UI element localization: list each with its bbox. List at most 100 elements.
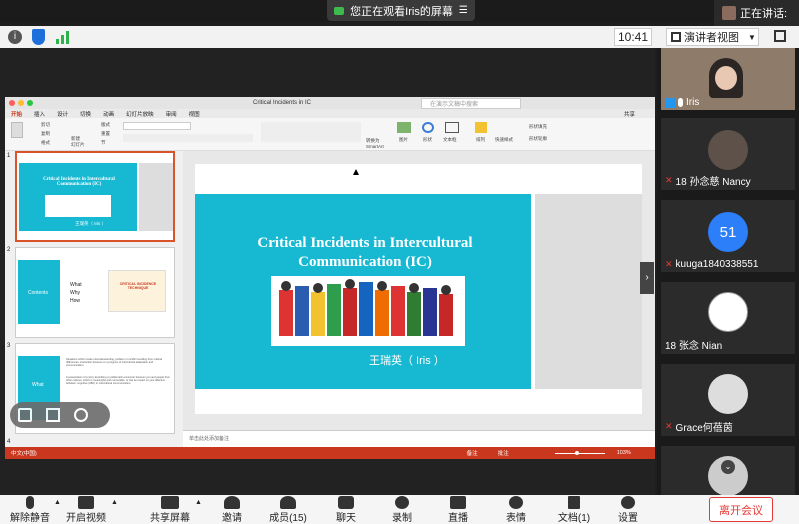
ribbon-label[interactable]: 形状 <box>423 137 432 143</box>
ribbon-label[interactable]: 排列 <box>476 137 485 143</box>
max-dot[interactable] <box>27 100 33 106</box>
mic-muted-icon: ✕ <box>665 259 673 269</box>
view-mode-select[interactable]: 演讲者视图 ▼ <box>666 28 759 46</box>
ribbon-label[interactable]: 版式 <box>101 122 110 128</box>
slide-thumb-1[interactable]: Critical Incidents in Intercultural Comm… <box>15 151 175 242</box>
participant-tile[interactable]: 18 张念 Nian <box>661 282 795 354</box>
slide-page: Critical Incidents in Intercultural Comm… <box>195 164 642 414</box>
members-button[interactable]: 成员(15) <box>268 495 308 524</box>
min-dot[interactable] <box>18 100 24 106</box>
mic-muted-icon: ✕ <box>665 175 673 185</box>
textbox-icon[interactable] <box>445 122 459 133</box>
paragraph-row[interactable] <box>261 122 361 142</box>
ribbon-tab[interactable]: 插入 <box>34 110 45 118</box>
info-icon[interactable]: i <box>8 30 22 44</box>
smile-icon[interactable] <box>74 408 88 422</box>
notes-pane[interactable]: 单击此处添加备注 <box>183 430 655 447</box>
meeting-bottom-bar: 解除静音 ▲ 开启视频 ▲ 共享屏幕 ▲ 邀请 成员(15) 聊天 录制 直播 … <box>0 495 799 524</box>
ribbon-label[interactable]: 快速样式 <box>495 137 513 143</box>
picture-icon[interactable] <box>397 122 411 133</box>
participant-tile[interactable]: ✕ 18 孙念慈 Nancy <box>661 118 795 190</box>
ribbon-label[interactable]: 重置 <box>101 131 110 137</box>
ribbon-label[interactable]: 形状填充 <box>529 124 547 130</box>
chevron-up-icon[interactable]: ▲ <box>54 499 61 506</box>
ribbon-label[interactable]: 形状轮廓 <box>529 136 547 142</box>
speaking-label: 正在讲话: <box>740 8 788 20</box>
sidebar-icon[interactable] <box>46 408 60 422</box>
collapse-sidebar-icon[interactable]: › <box>640 262 654 294</box>
slide-canvas[interactable]: Critical Incidents in Intercultural Comm… <box>183 151 655 447</box>
video-off-icon <box>78 496 94 509</box>
shield-icon[interactable] <box>32 29 45 45</box>
participant-name: kuuga1840338551 <box>675 259 759 270</box>
participant-tile[interactable]: 51 ✕ kuuga1840338551 <box>661 200 795 272</box>
chevron-up-icon[interactable]: ▲ <box>111 499 118 506</box>
ribbon-tab[interactable]: 开始 <box>11 110 22 118</box>
chevron-up-icon[interactable]: ▲ <box>195 499 202 506</box>
speaking-indicator: 正在讲话: <box>714 0 799 26</box>
ribbon-tab[interactable]: 设计 <box>57 110 68 118</box>
bottom-label: 成员(15) <box>269 513 307 524</box>
ribbon-tab[interactable]: 视图 <box>189 110 200 118</box>
chevron-down-icon: ▼ <box>748 32 756 42</box>
flags-image <box>271 276 465 346</box>
fullscreen-icon[interactable] <box>774 30 786 42</box>
layout-icon[interactable] <box>18 408 32 422</box>
bottom-label: 开启视频 <box>66 513 106 524</box>
ribbon-tab[interactable]: 动画 <box>103 110 114 118</box>
ribbon-label[interactable]: 图片 <box>399 137 408 143</box>
thumb2-item: How <box>70 298 81 304</box>
paste-icon[interactable] <box>11 122 23 138</box>
scroll-down-icon[interactable]: ⌄ <box>721 460 735 474</box>
avatar-badge: 51 <box>708 212 748 252</box>
ribbon-label[interactable]: 剪切 <box>41 122 50 128</box>
close-dot[interactable] <box>9 100 15 106</box>
status-comments[interactable]: 批注 <box>498 449 509 457</box>
host-icon <box>665 97 675 108</box>
participant-sidebar: Iris ✕ 18 孙念慈 Nancy 51 ✕ kuuga1840338551… <box>657 48 799 496</box>
participant-tile[interactable]: ✕ Grace何蓓茵 <box>661 364 795 436</box>
reactions-button[interactable]: 表情 <box>500 495 532 524</box>
chat-button[interactable]: 聊天 <box>330 495 362 524</box>
participant-tile[interactable]: ⌄ <box>661 446 795 496</box>
invite-button[interactable]: 邀请 <box>216 495 248 524</box>
shapes-icon[interactable] <box>422 122 434 133</box>
members-icon <box>280 496 296 509</box>
share-screen-button[interactable]: 共享屏幕 <box>148 495 192 524</box>
arrange-icon[interactable] <box>475 122 487 133</box>
bottom-label: 聊天 <box>336 513 356 524</box>
record-button[interactable]: 录制 <box>386 495 418 524</box>
status-notes[interactable]: 备注 <box>467 449 478 457</box>
bottom-label: 录制 <box>392 513 412 524</box>
slide-thumb-2[interactable]: Contents What Why How CRITICAL INCIDENCE… <box>15 247 175 338</box>
ppt-status-bar: 中文(中国) 备注 批注 103% <box>5 447 655 459</box>
ppt-window-title: Critical Incidents in IC <box>253 100 312 106</box>
documents-button[interactable]: 文档(1) <box>554 495 594 524</box>
leave-meeting-button[interactable]: 离开会议 <box>709 497 773 522</box>
ribbon-label[interactable]: 文本框 <box>443 137 457 143</box>
ribbon-tab[interactable]: 审阅 <box>166 110 177 118</box>
floating-controls[interactable] <box>10 402 110 428</box>
gear-icon <box>621 496 635 509</box>
share-link[interactable]: 共享 <box>624 110 635 118</box>
ribbon-label[interactable]: 节 <box>101 140 106 146</box>
menu-icon[interactable]: ☰ <box>459 5 468 16</box>
ribbon-label[interactable]: 格式 <box>41 140 50 146</box>
unmute-button[interactable]: 解除静音 <box>8 495 52 524</box>
ribbon-tab[interactable]: 切换 <box>80 110 91 118</box>
font-format-row[interactable] <box>123 134 253 142</box>
font-select[interactable] <box>123 122 191 130</box>
ribbon-label[interactable]: SmartArt <box>366 144 384 149</box>
participant-tile[interactable]: Iris <box>661 48 795 110</box>
settings-button[interactable]: 设置 <box>612 495 644 524</box>
ribbon-label[interactable]: 复制 <box>41 131 50 137</box>
start-video-button[interactable]: 开启视频 <box>64 495 108 524</box>
zoom-slider[interactable] <box>554 450 605 455</box>
ppt-search[interactable]: 在演示文稿中搜索 <box>421 97 522 109</box>
ppt-ribbon: 剪切 复制 格式 新建 幻灯片 版式 重置 节 转换为 SmartArt 图片 … <box>5 118 655 151</box>
ribbon-label[interactable]: 幻灯片 <box>71 142 85 148</box>
live-button[interactable]: 直播 <box>442 495 474 524</box>
ribbon-tab[interactable]: 幻灯片放映 <box>126 110 154 118</box>
signal-icon[interactable] <box>56 30 70 44</box>
screen-share-banner[interactable]: 您正在观看Iris的屏幕 ☰ <box>327 0 475 21</box>
